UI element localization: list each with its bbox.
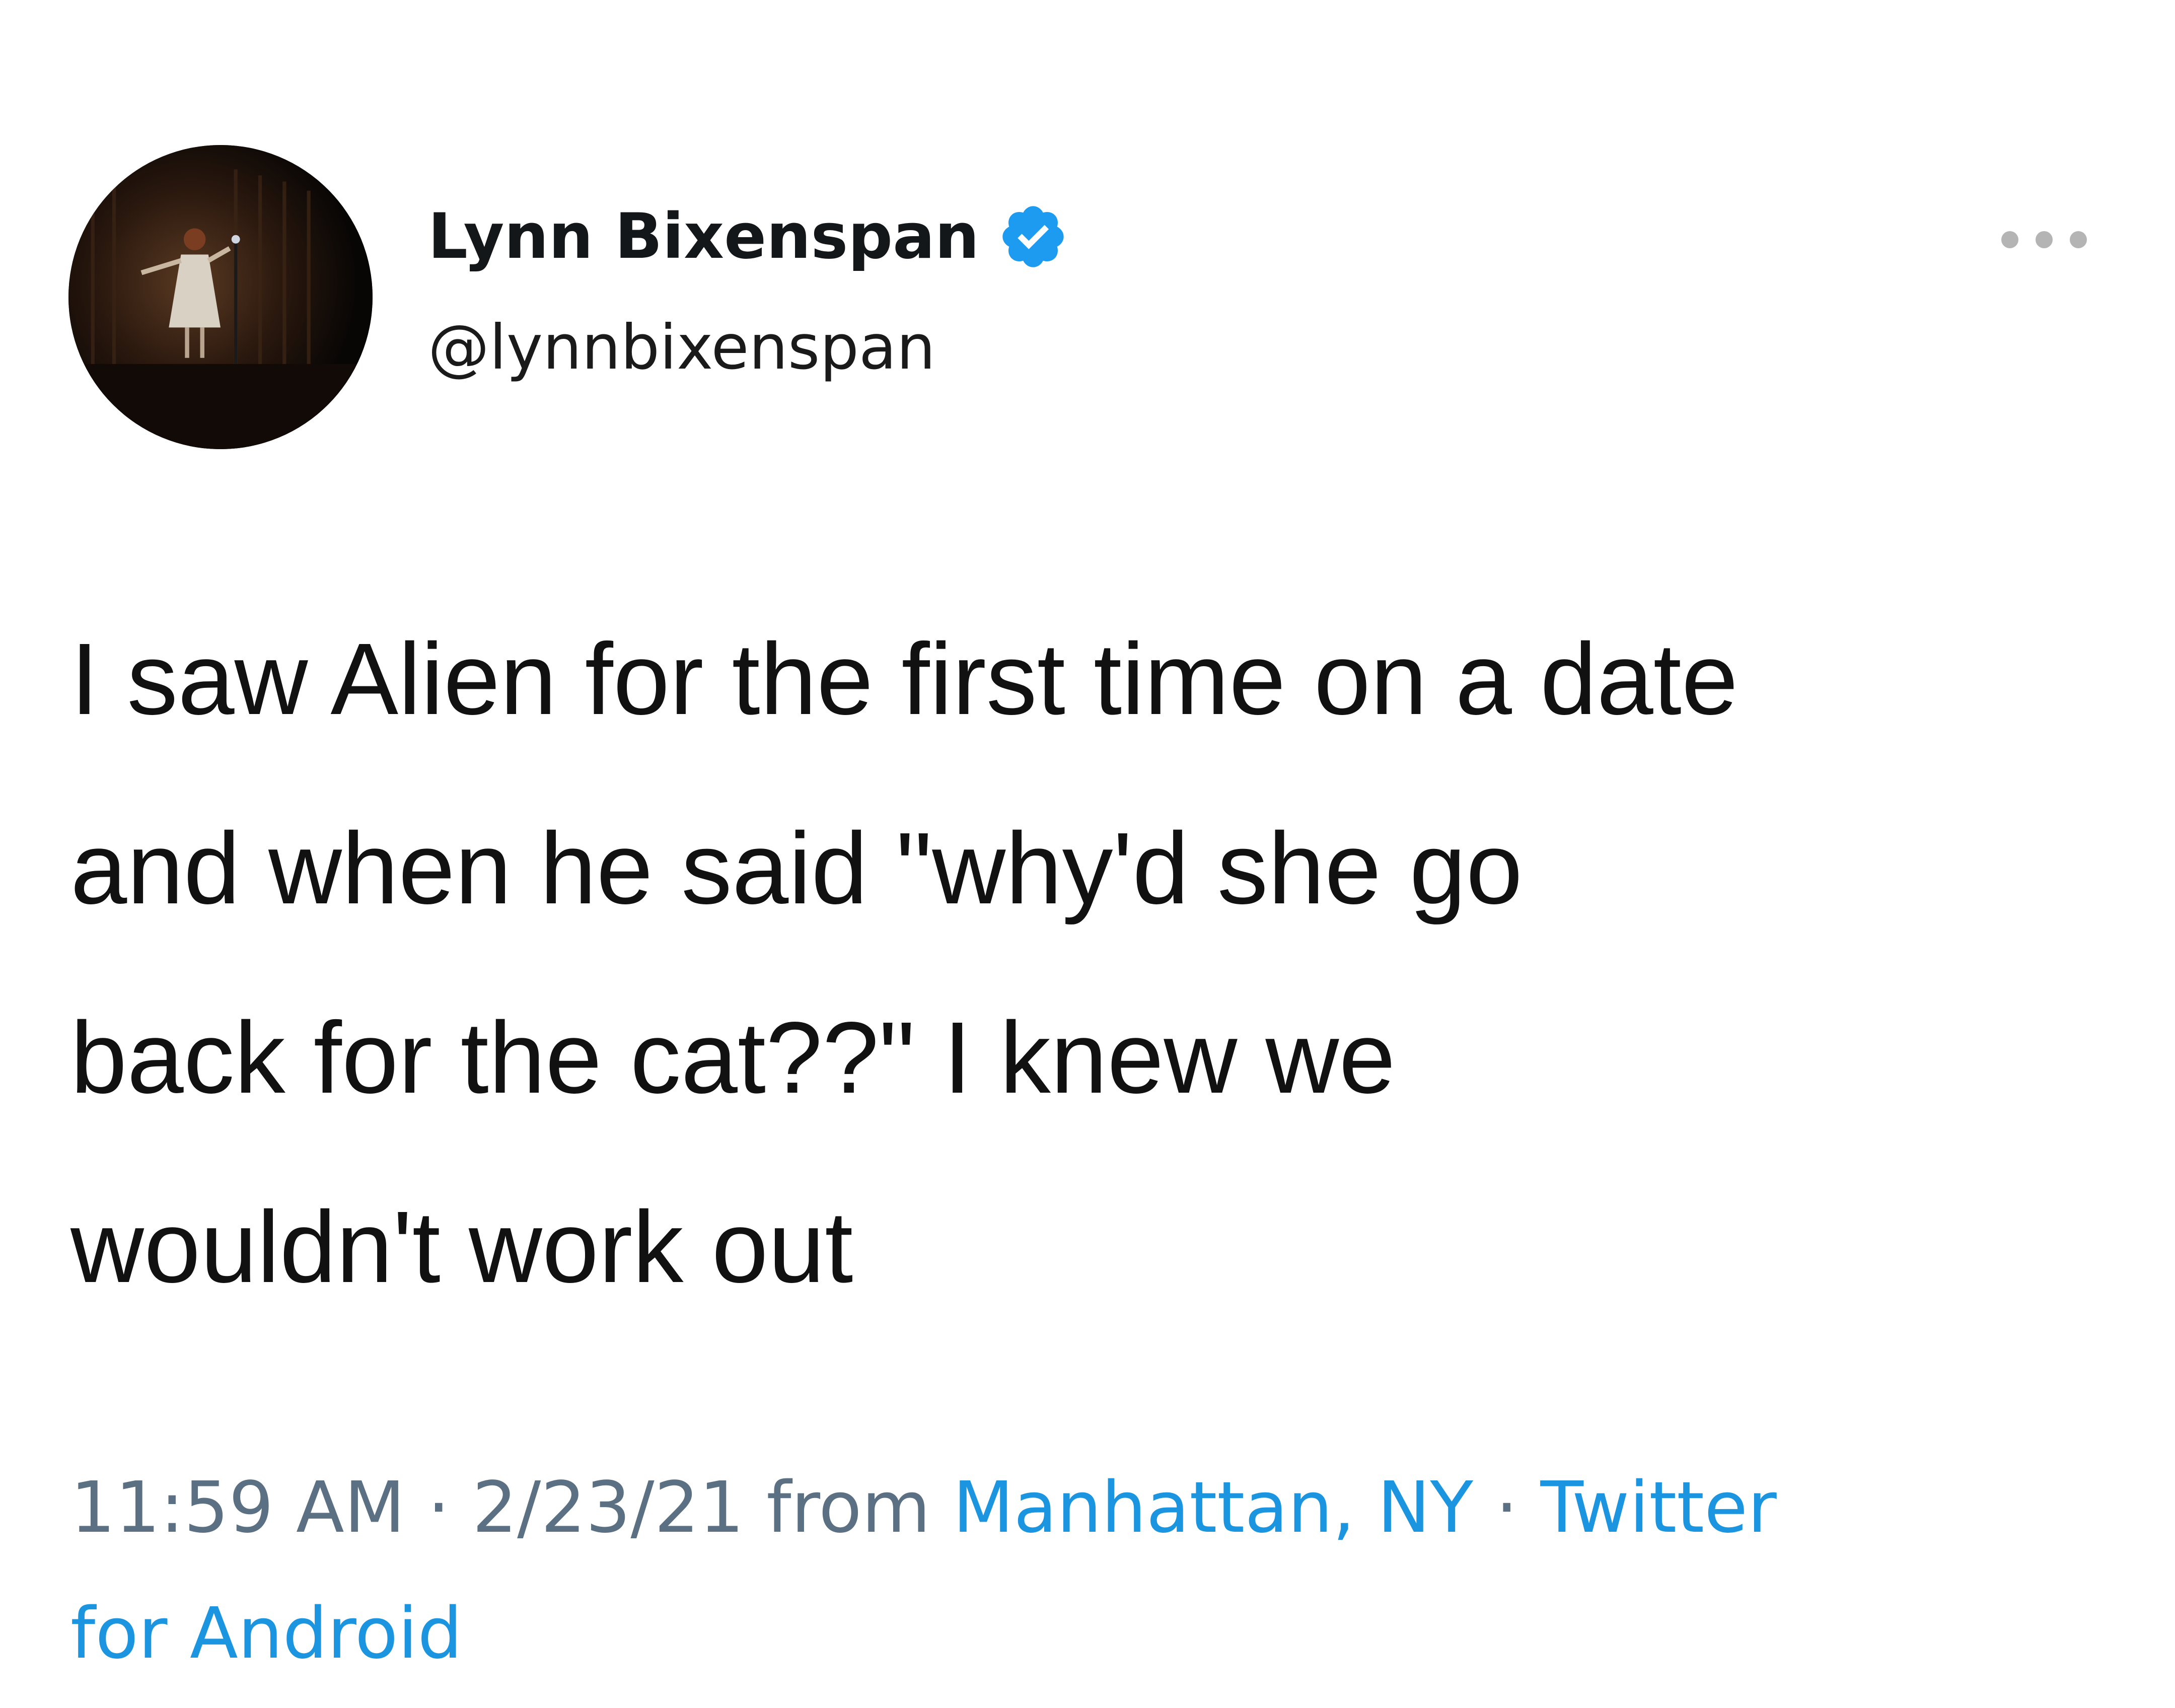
metadata-line-1: 11:59 AM · 2/23/21 from Manhattan, NY · … [70, 1445, 2135, 1571]
verified-badge-icon [997, 201, 1069, 272]
tweet-text-line: wouldn't work out [70, 1190, 853, 1304]
author-display-name[interactable]: Lynn Bixenspan [428, 200, 979, 273]
separator: · [427, 1467, 450, 1549]
tweet-time[interactable]: 11:59 AM [70, 1467, 405, 1549]
tweet-metadata: 11:59 AM · 2/23/21 from Manhattan, NY · … [70, 1445, 2135, 1697]
more-options-button[interactable] [1994, 225, 2094, 255]
source-app-link-continued[interactable]: for Android [70, 1593, 462, 1675]
location-link[interactable]: Manhattan, NY [953, 1467, 1473, 1549]
more-options-icon [2001, 231, 2087, 248]
dot [2070, 231, 2087, 248]
author-handle[interactable]: @lynnbixenspan [428, 310, 935, 385]
tweet-card: Lynn Bixenspan @lynnbixenspan I saw Alie… [0, 0, 2175, 1708]
separator: · [1495, 1467, 1518, 1549]
dot [2001, 231, 2018, 248]
tweet-text-line: I saw Alien for the first time on a date [70, 622, 1738, 736]
dot [2036, 231, 2053, 248]
tweet-text-line: and when he said "why'd she go [70, 811, 1523, 925]
from-label: from [766, 1467, 931, 1549]
metadata-line-2: for Android [70, 1571, 2135, 1697]
tweet-date[interactable]: 2/23/21 [472, 1467, 744, 1549]
tweet-text: I saw Alien for the first time on a date… [70, 584, 2135, 1341]
tweet-text-line: back for the cat??" I knew we [70, 1001, 1396, 1114]
avatar[interactable] [68, 145, 373, 449]
avatar-photo [68, 145, 373, 449]
author-name-row[interactable]: Lynn Bixenspan [428, 199, 1069, 274]
source-app-link[interactable]: Twitter [1541, 1467, 1777, 1549]
